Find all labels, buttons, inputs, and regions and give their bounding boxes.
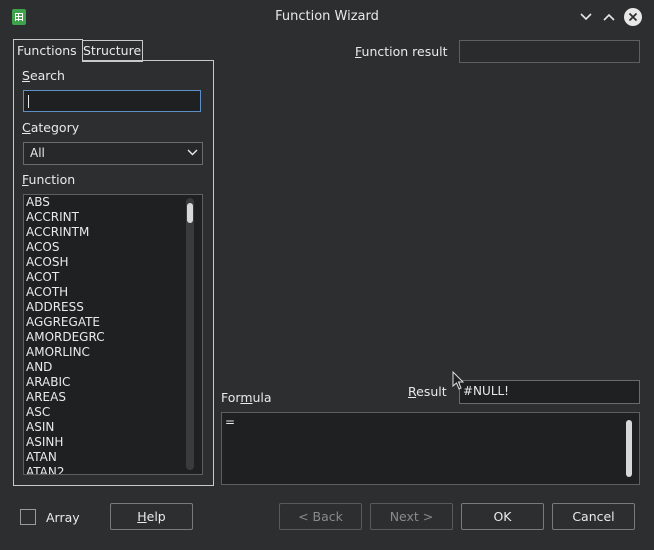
formula-textarea[interactable]: =: [221, 412, 640, 485]
function-list-item[interactable]: ACOTH: [25, 285, 105, 300]
search-label-text: earch: [29, 68, 65, 83]
next-button[interactable]: Next >: [370, 503, 453, 530]
function-list-item[interactable]: AMORLINC: [25, 345, 105, 360]
title-bar[interactable]: Function Wizard: [0, 0, 654, 34]
function-list-item[interactable]: ABS: [25, 195, 105, 210]
function-list-item[interactable]: ACCRINT: [25, 210, 105, 225]
function-label: Function: [22, 172, 76, 187]
chevron-up-icon[interactable]: [601, 9, 617, 25]
close-icon[interactable]: [624, 8, 642, 26]
result-label: Result: [408, 384, 447, 399]
scrollbar-thumb[interactable]: [187, 203, 193, 223]
function-result-label: Function result: [355, 44, 448, 59]
function-list[interactable]: ABS ACCRINT ACCRINTM ACOS ACOSH ACOT ACOTH ADDR…: [23, 194, 203, 475]
chevron-down-icon: [187, 145, 198, 162]
cancel-button[interactable]: Cancel: [552, 503, 635, 530]
function-list-item[interactable]: ACOSH: [25, 255, 105, 270]
function-list-items: ABS ACCRINT ACCRINTM ACOS ACOSH ACOT ACOTH ADDR…: [25, 195, 105, 474]
function-result-field: [459, 40, 640, 63]
function-list-item[interactable]: ARABIC: [25, 375, 105, 390]
function-list-item[interactable]: ACOT: [25, 270, 105, 285]
mouse-pointer-icon: [452, 370, 466, 394]
result-field: #NULL!: [459, 380, 640, 404]
formula-text: =: [225, 415, 236, 429]
array-label: Array: [46, 510, 80, 525]
help-button[interactable]: Help: [110, 503, 193, 530]
category-value: All: [30, 146, 45, 160]
formula-scrollbar[interactable]: [626, 420, 632, 477]
function-list-item[interactable]: ATAN2: [25, 465, 105, 474]
function-list-scrollbar[interactable]: [186, 198, 194, 470]
function-list-item[interactable]: ASC: [25, 405, 105, 420]
chevron-down-icon[interactable]: [578, 9, 594, 25]
category-label: Category: [22, 120, 80, 135]
function-list-item[interactable]: AGGREGATE: [25, 315, 105, 330]
search-input[interactable]: [23, 90, 201, 112]
function-list-item[interactable]: ASINH: [25, 435, 105, 450]
ok-button[interactable]: OK: [461, 503, 544, 530]
back-button[interactable]: < Back: [279, 503, 362, 530]
text-caret: [28, 95, 29, 108]
help-button-label: elp: [146, 509, 166, 524]
function-list-item[interactable]: AND: [25, 360, 105, 375]
function-list-item[interactable]: ATAN: [25, 450, 105, 465]
search-label: Search: [22, 68, 65, 83]
function-list-item[interactable]: ASIN: [25, 420, 105, 435]
array-checkbox[interactable]: [20, 509, 36, 525]
window-title: Function Wizard: [275, 9, 379, 24]
function-list-item[interactable]: AMORDEGRC: [25, 330, 105, 345]
function-list-item[interactable]: ADDRESS: [25, 300, 105, 315]
formula-label: Formula: [221, 390, 272, 405]
tab-functions[interactable]: Functions: [13, 39, 83, 62]
function-list-item[interactable]: AREAS: [25, 390, 105, 405]
tab-structure[interactable]: Structure: [79, 40, 143, 62]
function-list-item[interactable]: ACCRINTM: [25, 225, 105, 240]
category-select[interactable]: All: [23, 142, 203, 165]
function-list-item[interactable]: ACOS: [25, 240, 105, 255]
